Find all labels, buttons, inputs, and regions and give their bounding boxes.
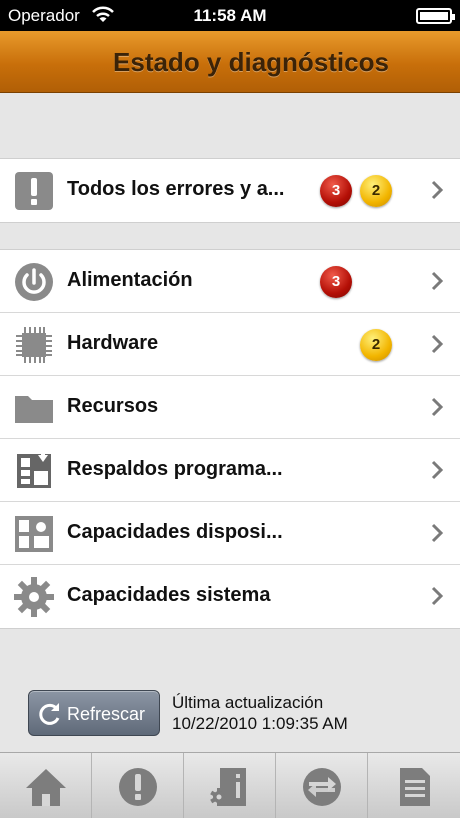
refresh-icon (39, 703, 60, 725)
row-label: Respaldos programa... (67, 458, 283, 480)
last-update-label: Última actualización (172, 693, 324, 712)
device-info-icon (210, 768, 246, 806)
last-update-info: Última actualización 10/22/2010 1:09:35 … (172, 692, 348, 734)
battery-icon (416, 8, 455, 24)
chevron-right-icon (431, 586, 444, 606)
chevron-right-icon (431, 523, 444, 543)
tab-document[interactable] (368, 753, 460, 818)
tab-home[interactable] (0, 753, 92, 818)
categories-group: Alimentación 3 Hardware 2 Recursos Respa… (0, 249, 460, 629)
chevron-right-icon (431, 460, 444, 480)
row-system-capabilities[interactable]: Capacidades sistema (0, 565, 460, 628)
document-icon (400, 768, 430, 806)
row-device-capabilities[interactable]: Capacidades disposi... (0, 502, 460, 565)
row-label: Recursos (67, 395, 159, 417)
clock: 11:58 AM (193, 6, 267, 25)
power-icon (15, 263, 53, 301)
gear-icon (14, 577, 54, 617)
exclamation-icon (15, 172, 53, 210)
row-label: Hardware (67, 332, 159, 354)
row-hardware[interactable]: Hardware 2 (0, 313, 460, 376)
status-bar: Operador 11:58 AM (0, 0, 460, 31)
tab-bar (0, 752, 460, 818)
error-count-badge: 3 (320, 266, 352, 298)
row-power[interactable]: Alimentación 3 (0, 250, 460, 313)
row-label: Capacidades disposi... (67, 521, 283, 543)
row-resources[interactable]: Recursos (0, 376, 460, 439)
chevron-right-icon (431, 334, 444, 354)
tab-sync[interactable] (276, 753, 368, 818)
page-title: Estado y diagnósticos (113, 47, 389, 77)
row-label: Capacidades sistema (67, 584, 271, 606)
exclamation-circle-icon (119, 768, 157, 806)
refresh-button[interactable]: Refrescar (28, 690, 160, 736)
error-count-badge: 3 (320, 175, 352, 207)
backup-icon (17, 451, 51, 488)
last-update-value: 10/22/2010 1:09:35 AM (172, 714, 348, 733)
errors-group: Todos los errores y a... 3 2 (0, 158, 460, 223)
navigation-bar: Estado y diagnósticos (0, 31, 460, 93)
warning-count-badge: 2 (360, 329, 392, 361)
row-label: Alimentación (67, 269, 193, 291)
row-label: Todos los errores y a... (67, 178, 285, 200)
chevron-right-icon (431, 180, 444, 200)
tab-errors[interactable] (92, 753, 184, 818)
row-all-errors[interactable]: Todos los errores y a... 3 2 (0, 159, 460, 222)
device-capabilities-icon (15, 516, 53, 552)
refresh-label: Refrescar (67, 704, 146, 724)
row-scheduled-backups[interactable]: Respaldos programa... (0, 439, 460, 502)
sync-arrows-icon (303, 768, 341, 806)
home-icon (26, 769, 66, 806)
chevron-right-icon (431, 397, 444, 417)
tab-device-info[interactable] (184, 753, 276, 818)
warning-count-badge: 2 (360, 175, 392, 207)
chevron-right-icon (431, 271, 444, 291)
folder-icon (15, 396, 53, 423)
chip-icon (16, 327, 52, 363)
